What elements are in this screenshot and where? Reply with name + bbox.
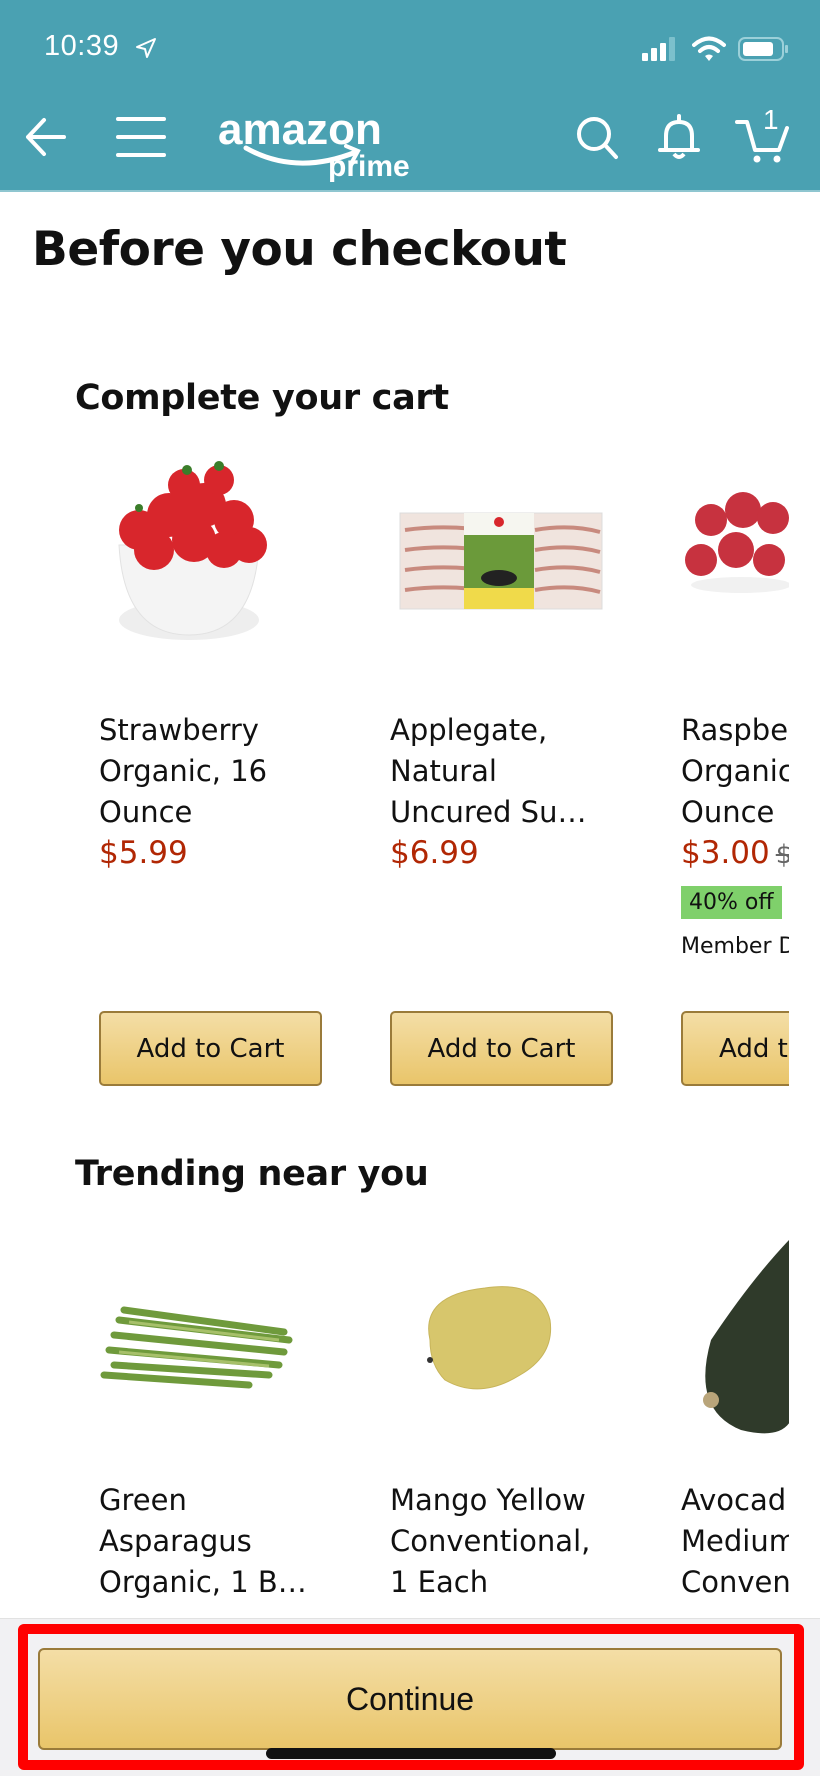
price-value: $6.99 <box>390 835 479 871</box>
signal-icon <box>642 37 675 61</box>
original-price: $ <box>775 840 789 870</box>
price-value: $5.99 <box>99 835 188 871</box>
top-bar: 10:39 amazon prime 1 <box>0 0 820 192</box>
mango-image[interactable] <box>390 1240 615 1460</box>
raspberries-image[interactable] <box>681 460 789 660</box>
cart-icon[interactable] <box>735 110 789 164</box>
product-name[interactable]: Mango Yellow Conventional, 1 Each <box>390 1480 615 1603</box>
cart-count-badge: 1 <box>763 104 779 135</box>
product-price: $6.99 <box>390 835 479 871</box>
strawberries-image[interactable] <box>99 460 324 660</box>
product-name[interactable]: Strawberry Organic, 16 Ounce <box>99 710 324 833</box>
logo-text: amazon <box>218 105 382 154</box>
location-arrow-icon <box>136 38 156 58</box>
member-deal-label: Member D <box>681 934 789 959</box>
bacon-package-image[interactable] <box>390 460 615 660</box>
price-value: $3.00 <box>681 835 770 871</box>
add-to-cart-button[interactable]: Add to Cart <box>99 1011 322 1086</box>
search-icon[interactable] <box>570 110 624 164</box>
hamburger-menu-icon[interactable] <box>114 110 168 164</box>
product-price: $5.99 <box>99 835 188 871</box>
trending-heading: Trending near you <box>75 1154 429 1194</box>
logo-sub: prime <box>328 150 410 183</box>
status-time: 10:39 <box>44 30 120 62</box>
arrow-left-icon[interactable] <box>20 110 74 164</box>
wifi-icon <box>692 36 726 61</box>
product-name[interactable]: Raspbe Organic Ounce <box>681 710 789 833</box>
add-to-cart-button[interactable]: Add to Cart <box>390 1011 613 1086</box>
complete-cart-heading: Complete your cart <box>75 378 449 418</box>
product-name[interactable]: Avocad Medium Conven <box>681 1480 789 1603</box>
product-name[interactable]: Green Asparagus Organic, 1 B… <box>99 1480 324 1603</box>
page-title: Before you checkout <box>32 222 567 277</box>
complete-cart-carousel[interactable]: Strawberry Organic, 16 Ounce $5.99 Add t… <box>0 460 789 1100</box>
battery-icon <box>738 37 788 61</box>
amazon-prime-logo[interactable]: amazon prime <box>216 104 436 184</box>
bell-icon[interactable] <box>652 110 706 164</box>
avocado-image[interactable] <box>681 1240 789 1460</box>
trending-carousel[interactable]: Green Asparagus Organic, 1 B… Mango Yell… <box>0 1220 789 1620</box>
home-indicator[interactable] <box>266 1748 556 1759</box>
asparagus-image[interactable] <box>99 1240 324 1460</box>
status-icons <box>642 36 790 62</box>
product-name[interactable]: Applegate, Natural Uncured Su… <box>390 710 615 833</box>
product-price: $3.00 $ <box>681 835 789 871</box>
add-to-cart-button[interactable]: Add t <box>681 1011 789 1086</box>
discount-badge: 40% off <box>681 886 782 919</box>
